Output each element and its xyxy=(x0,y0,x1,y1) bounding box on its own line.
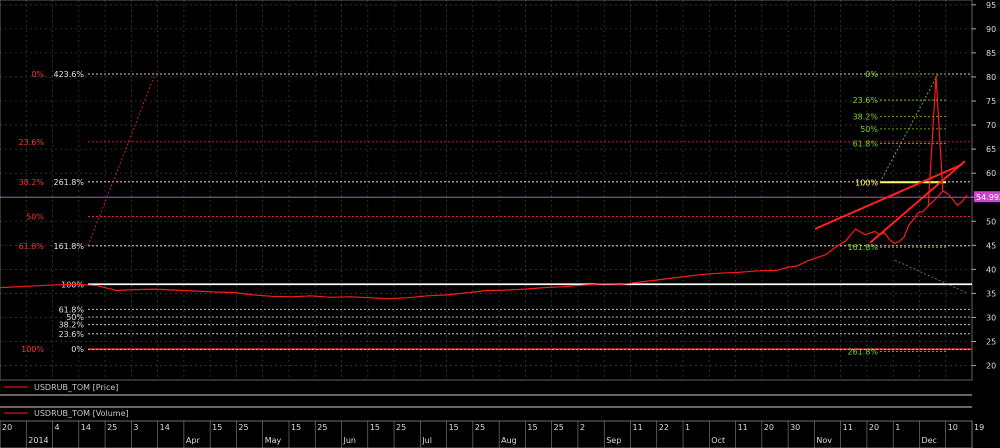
x-tick-label: Nov xyxy=(816,436,832,445)
y-tick-label: 80 xyxy=(986,73,996,82)
fib-level-label-right: 161.8% xyxy=(847,243,878,252)
x-tick-label: Dec xyxy=(921,436,936,445)
x-tick-label: 14 xyxy=(81,423,91,432)
y-tick-label: 50 xyxy=(986,217,996,226)
x-tick-label: May xyxy=(265,436,282,445)
x-tick-label: 15 xyxy=(527,423,537,432)
x-tick-label: 15 xyxy=(449,423,459,432)
x-tick-label: 25 xyxy=(238,423,248,432)
y-tick-label: 85 xyxy=(986,49,996,58)
fib-level-label: 423.6% xyxy=(53,70,84,79)
fib-extension-diagonal xyxy=(87,73,156,246)
y-tick-label: 30 xyxy=(986,313,996,322)
y-tick-label: 25 xyxy=(986,338,996,347)
x-tick-label: Apr xyxy=(186,436,201,445)
fib-level-label-right: 100% xyxy=(855,178,878,187)
y-tick-label: 65 xyxy=(986,145,996,154)
x-tick-label: 11 xyxy=(632,423,642,432)
fib-level-label: 100% xyxy=(21,345,44,354)
fib-level-label: 61.8% xyxy=(19,242,45,251)
x-tick-label: 15 xyxy=(212,423,222,432)
volume-pane: USDRUB_TOM [Volume] xyxy=(0,394,972,418)
y-tick-label: 45 xyxy=(986,241,996,250)
fib-level-label: 23.6% xyxy=(59,330,85,339)
x-tick-label: Jun xyxy=(343,436,357,445)
x-tick-label: Aug xyxy=(501,436,517,445)
x-tick-label: 2014 xyxy=(28,436,48,445)
x-tick-label: 11 xyxy=(738,423,748,432)
fib-level-label: 0% xyxy=(71,345,84,354)
x-tick-label: 20 xyxy=(764,423,774,432)
x-tick-label: 25 xyxy=(317,423,327,432)
x-tick-label: 11 xyxy=(843,423,853,432)
fib-level-label: 0% xyxy=(31,70,44,79)
fib-level-label-right: 38.2% xyxy=(853,112,879,121)
y-tick-label: 60 xyxy=(986,169,996,178)
chart-grid xyxy=(0,0,973,381)
fib-level-label: 23.6% xyxy=(19,138,45,147)
y-tick-label: 95 xyxy=(986,1,996,10)
price-legend-label: USDRUB_TOM [Price] xyxy=(34,383,118,392)
x-tick-label: Jul xyxy=(421,436,432,445)
x-tick-label: 4 xyxy=(55,423,60,432)
fibonacci-levels: 0% 423.6%23.6%38.2% 261.8%50%61.8% 161.8%10… xyxy=(0,70,972,357)
trend-line-lower xyxy=(869,160,966,244)
x-tick-label: 14 xyxy=(160,423,170,432)
x-tick-label: 30 xyxy=(790,423,800,432)
x-tick-label: 19 xyxy=(974,423,984,432)
x-tick-label: 25 xyxy=(107,423,117,432)
fib-level-label: 38.2% xyxy=(59,321,85,330)
x-tick-label: Oct xyxy=(711,436,725,445)
x-tick-label: 15 xyxy=(291,423,301,432)
y-tick-label: 35 xyxy=(986,289,996,298)
fib-level-label-right: 61.8% xyxy=(853,139,879,148)
price-chart[interactable]: 0% 423.6%23.6%38.2% 261.8%50%61.8% 161.8%10… xyxy=(0,0,1000,448)
y-axis: 2025303540455055606570758085909554.992 xyxy=(972,1,1000,371)
projection-line xyxy=(894,259,969,294)
x-tick-label: Sep xyxy=(606,436,621,445)
fib-level-label-right: 0% xyxy=(865,70,878,79)
x-tick-label: 25 xyxy=(554,423,564,432)
trend-lines xyxy=(87,73,969,294)
y-tick-label: 70 xyxy=(986,121,996,130)
y-tick-label: 75 xyxy=(986,97,996,106)
x-tick-label: 3 xyxy=(133,423,138,432)
y-tick-label: 40 xyxy=(986,265,996,274)
last-price-label: 54.992 xyxy=(976,193,1000,202)
x-tick-label: 20 xyxy=(869,423,879,432)
legend: USDRUB_TOM [Price] xyxy=(4,383,118,392)
volume-legend-label: USDRUB_TOM [Volume] xyxy=(34,409,129,418)
x-tick-label: 20 xyxy=(2,423,12,432)
fib-level-label: 50% xyxy=(26,212,44,221)
x-axis: 20 2014 4 14 25 3 14 Apr 15 25 May 15 25 Jun 15 25 Jul 15… xyxy=(0,420,984,448)
x-tick-label: 1 xyxy=(685,423,690,432)
fib-level-label: 261.8% xyxy=(53,178,84,187)
y-tick-label: 20 xyxy=(986,362,996,371)
x-tick-label: 1 xyxy=(895,423,900,432)
y-tick-label: 90 xyxy=(986,25,996,34)
x-tick-label: 2 xyxy=(580,423,585,432)
x-tick-label: 15 xyxy=(370,423,380,432)
fib-retracement-diagonal xyxy=(879,73,939,183)
price-line xyxy=(0,190,968,300)
x-tick-label: 10 xyxy=(948,423,958,432)
fib-level-label: 38.2% xyxy=(19,178,45,187)
fib-level-label-right: 261.8% xyxy=(847,348,878,357)
x-tick-label: 25 xyxy=(475,423,485,432)
fib-level-label-right: 23.6% xyxy=(853,96,879,105)
x-tick-label: 25 xyxy=(396,423,406,432)
x-tick-label: 22 xyxy=(659,423,669,432)
plot-frame xyxy=(0,0,973,381)
fib-level-label: 161.8% xyxy=(53,242,84,251)
price-line-group xyxy=(0,75,968,300)
fib-level-label-right: 50% xyxy=(860,125,878,134)
